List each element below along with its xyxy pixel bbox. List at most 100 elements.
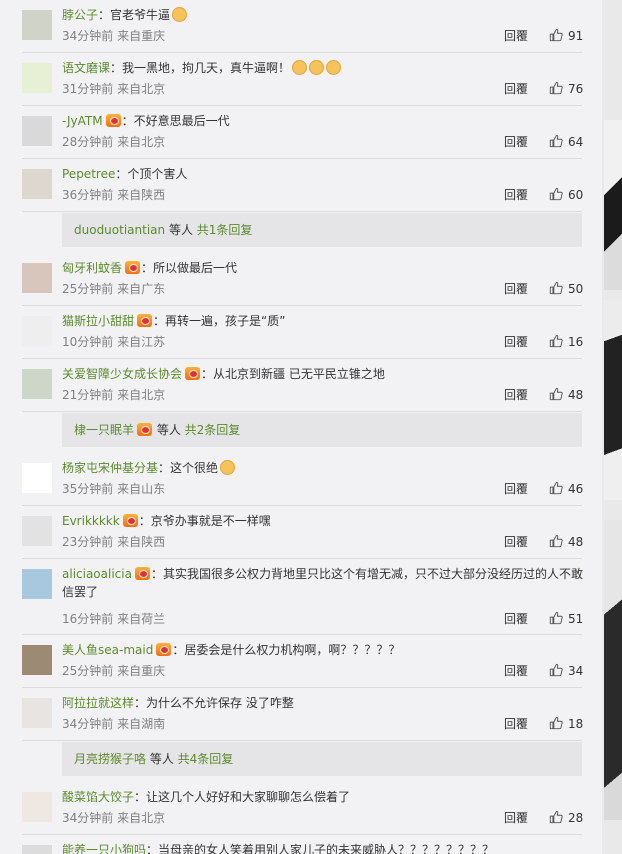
comment-text-line: 阿拉拉就这样：为什么不允许保存 没了咋整 [62,694,584,712]
comment-meta: 34分钟前 来自湖南 [62,716,165,732]
username-link[interactable]: 杨家屯宋仲基分基 [62,461,158,475]
reply-button[interactable]: 回覆 [504,81,528,97]
reply-button[interactable]: 回覆 [504,387,528,403]
background-photo [604,300,622,500]
location: 来自陕西 [117,535,166,549]
thumbs-up-icon [549,134,563,148]
avatar[interactable] [22,792,52,822]
reply-button[interactable]: 回覆 [504,28,528,44]
reply-button[interactable]: 回覆 [504,281,528,297]
avatar[interactable] [22,316,52,346]
thumbs-up-emoji [326,60,342,75]
avatar[interactable] [22,845,52,854]
sub-reply-count[interactable]: 共2条回复 [185,423,241,437]
username-link[interactable]: 猫斯拉小甜甜 [62,314,134,328]
sub-reply-summary[interactable]: 月亮捞猴子咯 等人 共4条回复 [62,742,582,776]
location: 来自湖南 [117,717,166,731]
sub-reply-count[interactable]: 共1条回复 [197,223,253,237]
avatar[interactable] [22,645,52,675]
location: 来自重庆 [117,664,166,678]
comment-text-line: -JyATM ：不好意思最后一代 [62,112,584,130]
reply-button[interactable]: 回覆 [504,134,528,150]
avatar[interactable] [22,116,52,146]
avatar[interactable] [22,263,52,293]
comment-text: 个顶个害人 [127,167,188,181]
sub-reply-user[interactable]: 月亮捞猴子咯 [74,752,146,766]
vip-badge-icon [134,567,150,580]
reply-button[interactable]: 回覆 [504,663,528,679]
username-link[interactable]: Evrikkkkk [62,514,120,528]
comment-meta: 25分钟前 来自广东 [62,281,165,297]
comment-item: Pepetree：个顶个害人 36分钟前 来自陕西 回覆 60 [0,159,602,212]
comment-text-line: Evrikkkkk ：京爷办事就是不一样嘿 [62,512,584,530]
vip-badge-icon [125,261,141,274]
username-link[interactable]: 匈牙利蚊香 [62,261,122,275]
thumbs-up-icon [549,810,563,824]
username-link[interactable]: aliciaoalicia [62,567,132,581]
avatar[interactable] [22,369,52,399]
comment-text: 居委会是什么权力机构啊，啊？？？？？ [184,643,401,657]
reply-button[interactable]: 回覆 [504,187,528,203]
thumbs-up-icon [549,187,563,201]
comment-text: 所以做最后一代 [153,261,238,275]
username-link[interactable]: 酸菜馅大饺子 [62,790,134,804]
comment-meta: 34分钟前 来自重庆 [62,28,165,44]
thumbs-up-icon [549,716,563,730]
avatar[interactable] [22,516,52,546]
sub-reply-summary[interactable]: 棣一只眠羊 等人 共2条回复 [62,413,582,447]
vip-badge-icon [137,314,153,327]
thumbs-up-icon [549,611,563,625]
avatar[interactable] [22,463,52,493]
like-count: 50 [568,282,584,296]
username-link[interactable]: 阿拉拉就这样 [62,696,134,710]
avatar[interactable] [22,63,52,93]
timestamp: 28分钟前 [62,135,114,149]
like-count: 48 [568,535,584,549]
reply-button[interactable]: 回覆 [504,334,528,350]
reply-button[interactable]: 回覆 [504,481,528,497]
username-link[interactable]: -JyATM [62,114,103,128]
username-link[interactable]: 能养一只小狗吗 [62,843,146,854]
reply-button[interactable]: 回覆 [504,716,528,732]
comment-item: 美人鱼sea-maid ：居委会是什么权力机构啊，啊？？？？？ 25分钟前 来自重庆… [0,635,602,688]
comment-text: 不好意思最后一代 [133,114,230,128]
timestamp: 25分钟前 [62,664,114,678]
timestamp: 34分钟前 [62,29,114,43]
sub-reply-user[interactable]: duoduotiantian [74,223,165,237]
sub-reply-mid: 等人 [153,423,185,437]
colon: ： [141,261,154,275]
like-count: 64 [568,135,584,149]
comment-text-line: 关爱智障少女成长协会 ：从北京到新疆 已无平民立锥之地 [62,365,584,383]
background-photo [604,520,622,820]
reply-button[interactable]: 回覆 [504,810,528,826]
sub-reply-summary[interactable]: duoduotiantian 等人 共1条回复 [62,213,582,247]
thumbs-up-icon [549,481,563,495]
comment-item: -JyATM ：不好意思最后一代 28分钟前 来自北京 回覆 64 [0,106,602,159]
comment-meta: 23分钟前 来自陕西 [62,534,165,550]
sub-reply-user[interactable]: 棣一只眠羊 [74,423,134,437]
thumbs-up-icon [549,334,563,348]
comment-text: 官老爷牛逼 [110,8,171,22]
reply-button[interactable]: 回覆 [504,611,528,627]
username-link[interactable]: 关爱智障少女成长协会 [62,367,182,381]
colon: ： [134,790,147,804]
location: 来自江苏 [117,335,166,349]
sub-reply-count[interactable]: 共4条回复 [178,752,234,766]
avatar[interactable] [22,569,52,599]
avatar[interactable] [22,698,52,728]
timestamp: 34分钟前 [62,717,114,731]
like-count: 51 [568,612,584,626]
colon: ： [98,8,111,22]
username-link[interactable]: 脖公子 [62,8,98,22]
comment-text: 从北京到新疆 已无平民立锥之地 [213,367,385,381]
avatar[interactable] [22,10,52,40]
comment-meta: 31分钟前 来自北京 [62,81,165,97]
username-link[interactable]: Pepetree [62,167,115,181]
reply-button[interactable]: 回覆 [504,534,528,550]
username-link[interactable]: 美人鱼sea-maid [62,643,153,657]
username-link[interactable]: 语文磨课 [62,61,110,75]
comment-text-line: aliciaoalicia ：其实我国很多公权力背地里只比这个有增无减，只不过大部… [62,565,584,601]
location: 来自陕西 [117,188,166,202]
avatar[interactable] [22,169,52,199]
comment-item: 语文磨课：我一黑地，拘几天，真牛逼啊！ 31分钟前 来自北京 回覆 76 [0,53,602,106]
